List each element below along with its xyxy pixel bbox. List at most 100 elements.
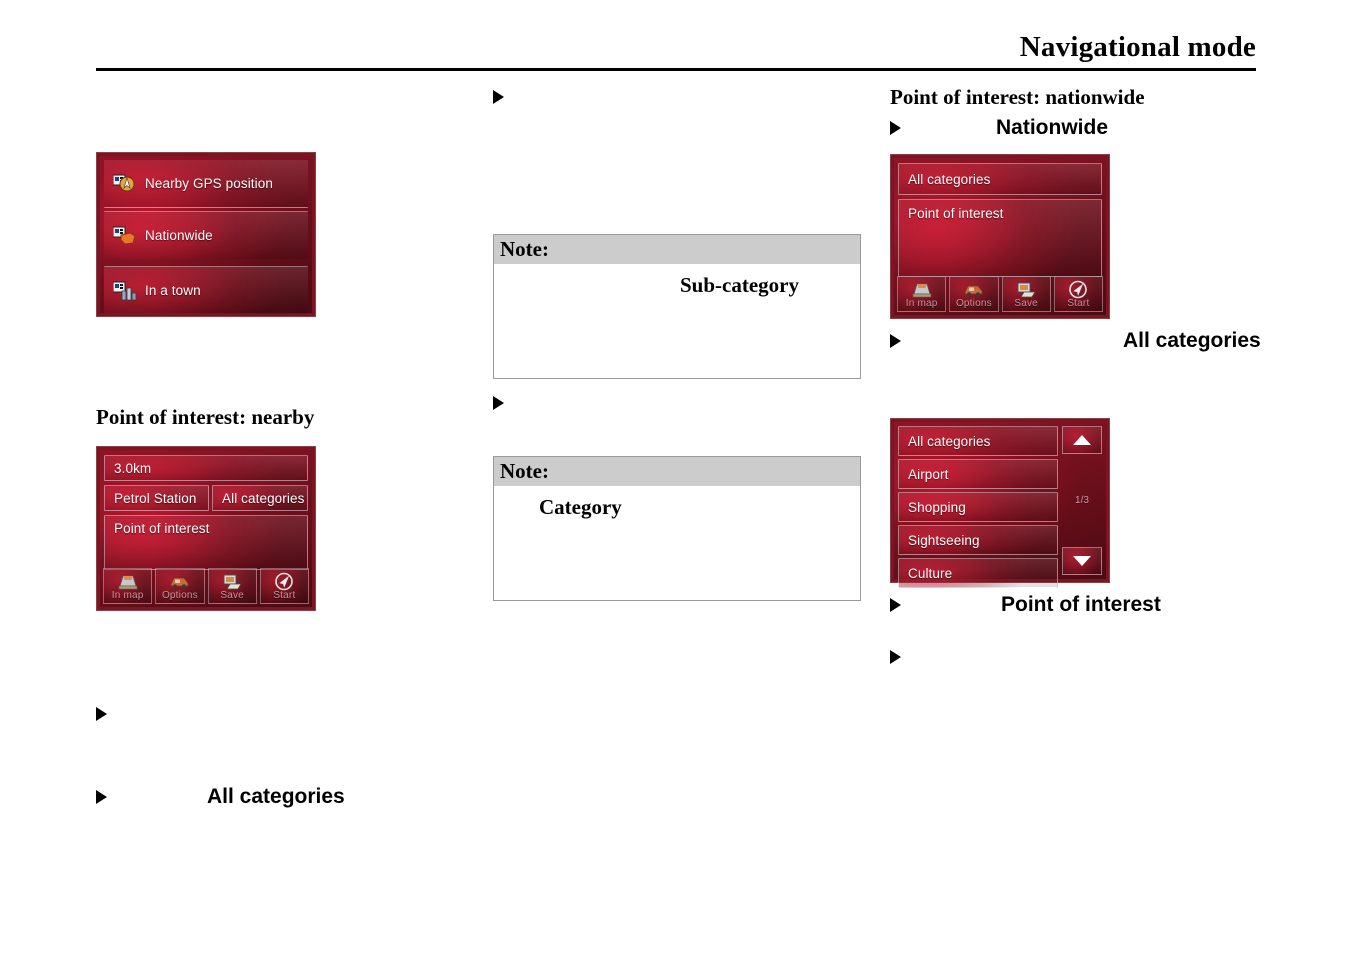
- left-bullet-2-row: All categories: [96, 785, 345, 809]
- scroll-up-button[interactable]: [1062, 426, 1102, 454]
- save-icon: [221, 572, 243, 591]
- middle-bullet-1-row: [493, 90, 518, 104]
- menu-device: Nearby GPS position Nationwide In a town: [96, 152, 316, 317]
- all-categories-value: All categories: [908, 171, 991, 187]
- poi-result-field[interactable]: Point of interest: [898, 199, 1102, 277]
- options-icon: [169, 572, 191, 591]
- all-categories-field[interactable]: All categories: [898, 163, 1102, 195]
- right-bullet-all-categories-row: All categories: [890, 329, 1261, 353]
- tool-label: Options: [161, 590, 198, 601]
- category-value: Petrol Station: [114, 490, 197, 506]
- in-map-icon: [117, 572, 139, 591]
- poi-nationwide-device: All categories Point of interest In map: [890, 154, 1110, 319]
- scroll-down-button[interactable]: [1062, 547, 1102, 575]
- tool-label: Start: [1067, 298, 1090, 309]
- tool-label: Save: [1014, 298, 1038, 309]
- poi-result-value: Point of interest: [908, 206, 1004, 221]
- start-button[interactable]: Start: [259, 568, 309, 604]
- category-scroll-column: 1/3: [1062, 426, 1102, 575]
- bullet-triangle-icon: [890, 598, 901, 612]
- right-bullet-nationwide-text: Nationwide: [996, 116, 1109, 139]
- start-button[interactable]: Start: [1053, 276, 1103, 312]
- poi-result-field[interactable]: Point of interest: [104, 515, 308, 570]
- bullet-triangle-icon: [890, 334, 901, 348]
- menu-item-nationwide[interactable]: Nationwide: [104, 211, 308, 259]
- category-field[interactable]: Petrol Station: [104, 485, 209, 511]
- bullet-triangle-icon: [96, 707, 107, 721]
- poi-nearby-device: 3.0km Petrol Station All categories Poin…: [96, 446, 316, 611]
- poi-nationwide-screen: All categories Point of interest In map: [894, 158, 1106, 315]
- note-body-text: Category: [539, 495, 622, 519]
- right-bullet-all-categories-text: All categories: [1123, 329, 1261, 352]
- in-map-icon: [911, 280, 933, 299]
- start-icon: [1067, 280, 1089, 299]
- save-button[interactable]: Save: [1001, 276, 1051, 312]
- category-item-label: Sightseeing: [908, 532, 980, 548]
- header-rule: [96, 68, 1256, 71]
- tool-label: Start: [273, 590, 296, 601]
- category-item-label: Airport: [908, 466, 949, 482]
- category-list-device: All categories Airport Shopping Sightsee…: [890, 418, 1110, 588]
- right-bullet-poi-text: Point of interest: [1001, 593, 1161, 616]
- note-body: Sub-category: [494, 265, 860, 378]
- category-item-label: Culture: [908, 565, 953, 581]
- poi-nearby-toolbar: In map Options Save Start: [103, 568, 309, 604]
- right-bullet-last-row: [890, 650, 915, 664]
- category-item-airport[interactable]: Airport: [898, 459, 1058, 489]
- heading-poi-nationwide: Point of interest: nationwide: [890, 85, 1145, 109]
- options-button[interactable]: Options: [155, 568, 205, 604]
- category-item-all-categories[interactable]: All categories: [898, 426, 1058, 456]
- triangle-down-icon: [1073, 556, 1091, 566]
- note-title: Note:: [494, 457, 860, 487]
- menu-device-screen: Nearby GPS position Nationwide In a town: [100, 156, 312, 314]
- save-icon: [1015, 280, 1037, 299]
- category-list-screen: All categories Airport Shopping Sightsee…: [894, 422, 1106, 588]
- right-bullet-poi-row: Point of interest: [890, 593, 1161, 617]
- page-title: Navigational mode: [1019, 31, 1256, 63]
- menu-item-in-a-town[interactable]: In a town: [104, 266, 308, 314]
- distance-value: 3.0km: [114, 460, 152, 476]
- poi-nationwide-toolbar: In map Options Save Start: [897, 276, 1103, 312]
- poi-result-value: Point of interest: [114, 521, 210, 536]
- category-item-sightseeing[interactable]: Sightseeing: [898, 525, 1058, 555]
- nationwide-map-icon: [112, 226, 137, 246]
- note-body: Category: [494, 487, 860, 600]
- note-title: Note:: [494, 235, 860, 265]
- category-item-shopping[interactable]: Shopping: [898, 492, 1058, 522]
- in-a-town-icon: [112, 281, 137, 301]
- start-icon: [273, 572, 295, 591]
- in-map-button[interactable]: In map: [897, 276, 947, 312]
- bullet-triangle-icon: [493, 396, 504, 410]
- menu-item-label: In a town: [145, 283, 201, 298]
- triangle-up-icon: [1073, 435, 1091, 445]
- bullet-triangle-icon: [96, 790, 107, 804]
- distance-field[interactable]: 3.0km: [104, 455, 308, 481]
- options-button[interactable]: Options: [949, 276, 999, 312]
- tool-label: Save: [220, 590, 244, 601]
- left-bullet-1-row: [96, 707, 121, 721]
- bullet-triangle-icon: [890, 650, 901, 664]
- bullet-triangle-icon: [493, 90, 504, 104]
- note-body-text: Sub-category: [680, 273, 799, 297]
- note-box-subcategory: Note: Sub-category: [493, 234, 861, 379]
- tool-label: In map: [905, 298, 938, 309]
- middle-bullet-2-row: [493, 396, 518, 410]
- category-item-culture[interactable]: Culture: [898, 558, 1058, 588]
- gps-position-icon: [112, 174, 137, 194]
- menu-item-label: Nationwide: [145, 228, 213, 243]
- all-categories-field[interactable]: All categories: [212, 485, 308, 511]
- in-map-button[interactable]: In map: [103, 568, 153, 604]
- page-indicator: 1/3: [1075, 495, 1089, 506]
- right-bullet-nationwide-row: Nationwide: [890, 116, 1108, 140]
- poi-nearby-screen: 3.0km Petrol Station All categories Poin…: [100, 450, 312, 607]
- left-bullet-2-text: All categories: [207, 785, 345, 808]
- page-header: Navigational mode: [96, 30, 1256, 72]
- menu-item-nearby-gps[interactable]: Nearby GPS position: [104, 160, 308, 208]
- note-box-category: Note: Category: [493, 456, 861, 601]
- save-button[interactable]: Save: [207, 568, 257, 604]
- tool-label: Options: [955, 298, 992, 309]
- heading-poi-nearby: Point of interest: nearby: [96, 405, 315, 429]
- category-item-label: Shopping: [908, 499, 966, 515]
- category-item-label: All categories: [908, 433, 991, 449]
- options-icon: [963, 280, 985, 299]
